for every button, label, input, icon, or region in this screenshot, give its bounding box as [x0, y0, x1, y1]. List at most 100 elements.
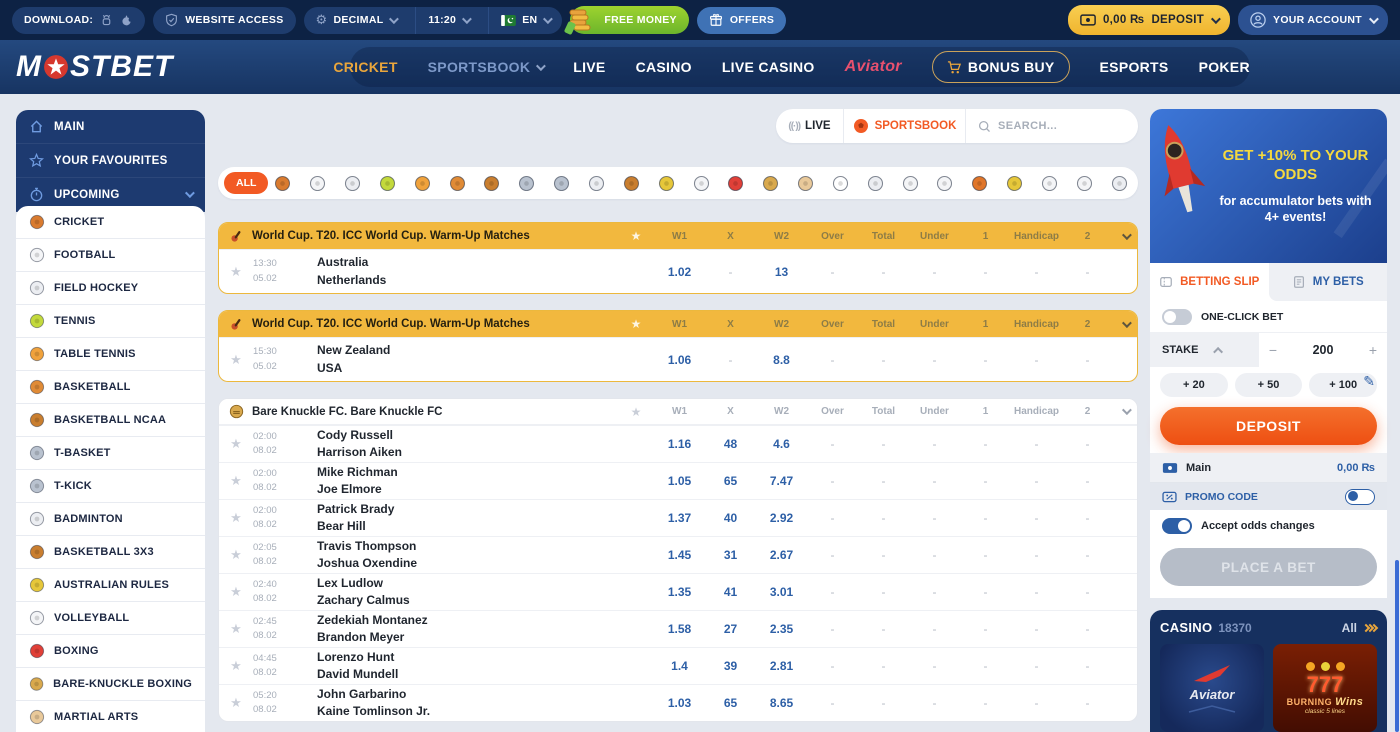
deposit-button[interactable]: DEPOSIT — [1160, 407, 1377, 445]
odds-cell[interactable]: 3.01 — [756, 585, 807, 599]
deposit-balance-button[interactable]: 0,00 ₨ DEPOSIT — [1068, 5, 1230, 35]
odds-cell[interactable]: - — [909, 265, 960, 279]
tab-betting-slip[interactable]: BETTING SLIP — [1150, 263, 1269, 301]
odds-cell[interactable]: - — [858, 548, 909, 562]
odds-cell[interactable]: 2.92 — [756, 511, 807, 525]
odds-cell[interactable]: - — [858, 696, 909, 710]
search-input[interactable] — [998, 120, 1126, 132]
sidebar-sport-item[interactable]: BARE-KNUCKLE BOXING — [16, 668, 205, 701]
sidebar-sport-item[interactable]: BASKETBALL — [16, 371, 205, 404]
match-row[interactable]: ★ 02:0008.02 Cody RussellHarrison Aiken … — [219, 425, 1137, 462]
tab-my-bets[interactable]: MY BETS — [1269, 263, 1388, 301]
chevron-up-icon[interactable] — [1214, 346, 1224, 356]
odds-cell[interactable]: - — [909, 437, 960, 451]
odds-cell[interactable]: - — [960, 353, 1011, 367]
odds-cell[interactable]: - — [960, 474, 1011, 488]
odds-cell[interactable]: - — [909, 659, 960, 673]
odds-cell[interactable]: - — [909, 622, 960, 636]
odds-cell[interactable]: 1.16 — [654, 437, 705, 451]
sport-filter-icon[interactable] — [379, 175, 396, 192]
odds-cell[interactable]: 39 — [705, 659, 756, 673]
odds-cell[interactable]: - — [960, 265, 1011, 279]
odds-cell[interactable]: - — [1011, 622, 1062, 636]
sport-filter-icon[interactable] — [902, 175, 919, 192]
match-row[interactable]: ★ 02:4008.02 Lex LudlowZachary Calmus 1.… — [219, 573, 1137, 610]
odds-cell[interactable]: 65 — [705, 696, 756, 710]
sport-filter-icon[interactable] — [693, 175, 710, 192]
edit-stake-pencil-icon[interactable]: ✎ — [1363, 373, 1375, 390]
sidebar-sport-item[interactable]: TABLE TENNIS — [16, 338, 205, 371]
promo-code-toggle[interactable] — [1345, 489, 1375, 505]
odds-cell[interactable]: 2.67 — [756, 548, 807, 562]
favorite-star-icon[interactable]: ★ — [618, 405, 654, 419]
odds-cell[interactable]: - — [807, 585, 858, 599]
sport-filter-icon[interactable] — [274, 175, 291, 192]
odds-cell[interactable]: 1.35 — [654, 585, 705, 599]
stake-input[interactable] — [1287, 343, 1359, 357]
chevrons-right-icon[interactable] — [1365, 625, 1377, 631]
odds-cell[interactable]: - — [960, 622, 1011, 636]
odds-format-select[interactable]: ⚙ DECIMAL — [304, 7, 409, 34]
favorite-star-icon[interactable]: ★ — [219, 436, 253, 452]
odds-cell[interactable]: 8.65 — [756, 696, 807, 710]
odds-cell[interactable]: - — [1011, 585, 1062, 599]
sidebar-sport-item[interactable]: BADMINTON — [16, 503, 205, 536]
odds-cell[interactable]: - — [1011, 353, 1062, 367]
odds-cell[interactable]: - — [858, 265, 909, 279]
nav-live[interactable]: LIVE — [573, 59, 605, 75]
odds-cell[interactable]: 27 — [705, 622, 756, 636]
odds-cell[interactable]: - — [858, 585, 909, 599]
odds-cell[interactable]: 41 — [705, 585, 756, 599]
language-select[interactable]: EN — [488, 7, 562, 34]
sport-filter-icon[interactable] — [1041, 175, 1058, 192]
accept-odds-toggle[interactable] — [1162, 518, 1192, 534]
odds-cell[interactable]: - — [858, 622, 909, 636]
nav-live-casino[interactable]: LIVE CASINO — [722, 59, 815, 75]
odds-cell[interactable]: - — [960, 659, 1011, 673]
sport-filter-icon[interactable] — [623, 175, 640, 192]
odds-cell[interactable]: - — [858, 437, 909, 451]
sidebar-sport-item[interactable]: BASKETBALL NCAA — [16, 404, 205, 437]
odds-cell[interactable]: - — [1011, 437, 1062, 451]
sport-filter-icon[interactable] — [762, 175, 779, 192]
favorite-star-icon[interactable]: ★ — [219, 352, 253, 368]
odds-cell[interactable]: - — [807, 659, 858, 673]
sidebar-sport-item[interactable]: CRICKET — [16, 206, 205, 239]
sidebar-sport-item[interactable]: AUSTRALIAN RULES — [16, 569, 205, 602]
download-pill[interactable]: DOWNLOAD: — [12, 7, 145, 34]
favorite-star-icon[interactable]: ★ — [219, 695, 253, 711]
odds-cell[interactable]: - — [807, 622, 858, 636]
nav-aviator[interactable]: Aviator — [845, 58, 902, 76]
sidebar-sport-item[interactable]: BASKETBALL 3X3 — [16, 536, 205, 569]
sport-filter-icon[interactable] — [832, 175, 849, 192]
odds-cell[interactable]: - — [1011, 474, 1062, 488]
odds-cell[interactable]: - — [1062, 585, 1113, 599]
favorite-star-icon[interactable]: ★ — [219, 264, 253, 280]
sport-filter-icon[interactable] — [553, 175, 570, 192]
one-click-bet-toggle[interactable] — [1162, 309, 1192, 325]
sidebar-sport-item[interactable]: MARTIAL ARTS — [16, 701, 205, 732]
odds-cell[interactable]: 1.03 — [654, 696, 705, 710]
odds-cell[interactable]: - — [807, 265, 858, 279]
odds-cell[interactable]: - — [1011, 696, 1062, 710]
odds-cell[interactable]: 4.6 — [756, 437, 807, 451]
accumulator-promo-banner[interactable]: GET +10% TO YOUR ODDS for accumulator be… — [1150, 109, 1387, 263]
odds-cell[interactable]: - — [858, 511, 909, 525]
match-row[interactable]: ★ 02:0008.02 Patrick BradyBear Hill 1.37… — [219, 499, 1137, 536]
match-row[interactable]: ★ 13:3005.02 AustraliaNetherlands 1.02 -… — [219, 249, 1137, 293]
odds-cell[interactable]: 48 — [705, 437, 756, 451]
odds-cell[interactable]: - — [1062, 659, 1113, 673]
sport-filter-icon[interactable] — [449, 175, 466, 192]
sport-filter-icon[interactable] — [518, 175, 535, 192]
apple-icon[interactable] — [120, 14, 133, 27]
offers-button[interactable]: OFFERS — [697, 7, 786, 34]
nav-cricket[interactable]: CRICKET — [333, 59, 397, 75]
sport-filter-icon[interactable] — [971, 175, 988, 192]
odds-cell[interactable]: - — [1062, 548, 1113, 562]
odds-cell[interactable]: 2.35 — [756, 622, 807, 636]
match-row[interactable]: ★ 04:4508.02 Lorenzo HuntDavid Mundell 1… — [219, 647, 1137, 684]
odds-cell[interactable]: 8.8 — [756, 353, 807, 367]
odds-cell[interactable]: - — [807, 511, 858, 525]
quick-stake-button[interactable]: + 20 — [1160, 373, 1228, 397]
sport-filter-icon[interactable] — [867, 175, 884, 192]
